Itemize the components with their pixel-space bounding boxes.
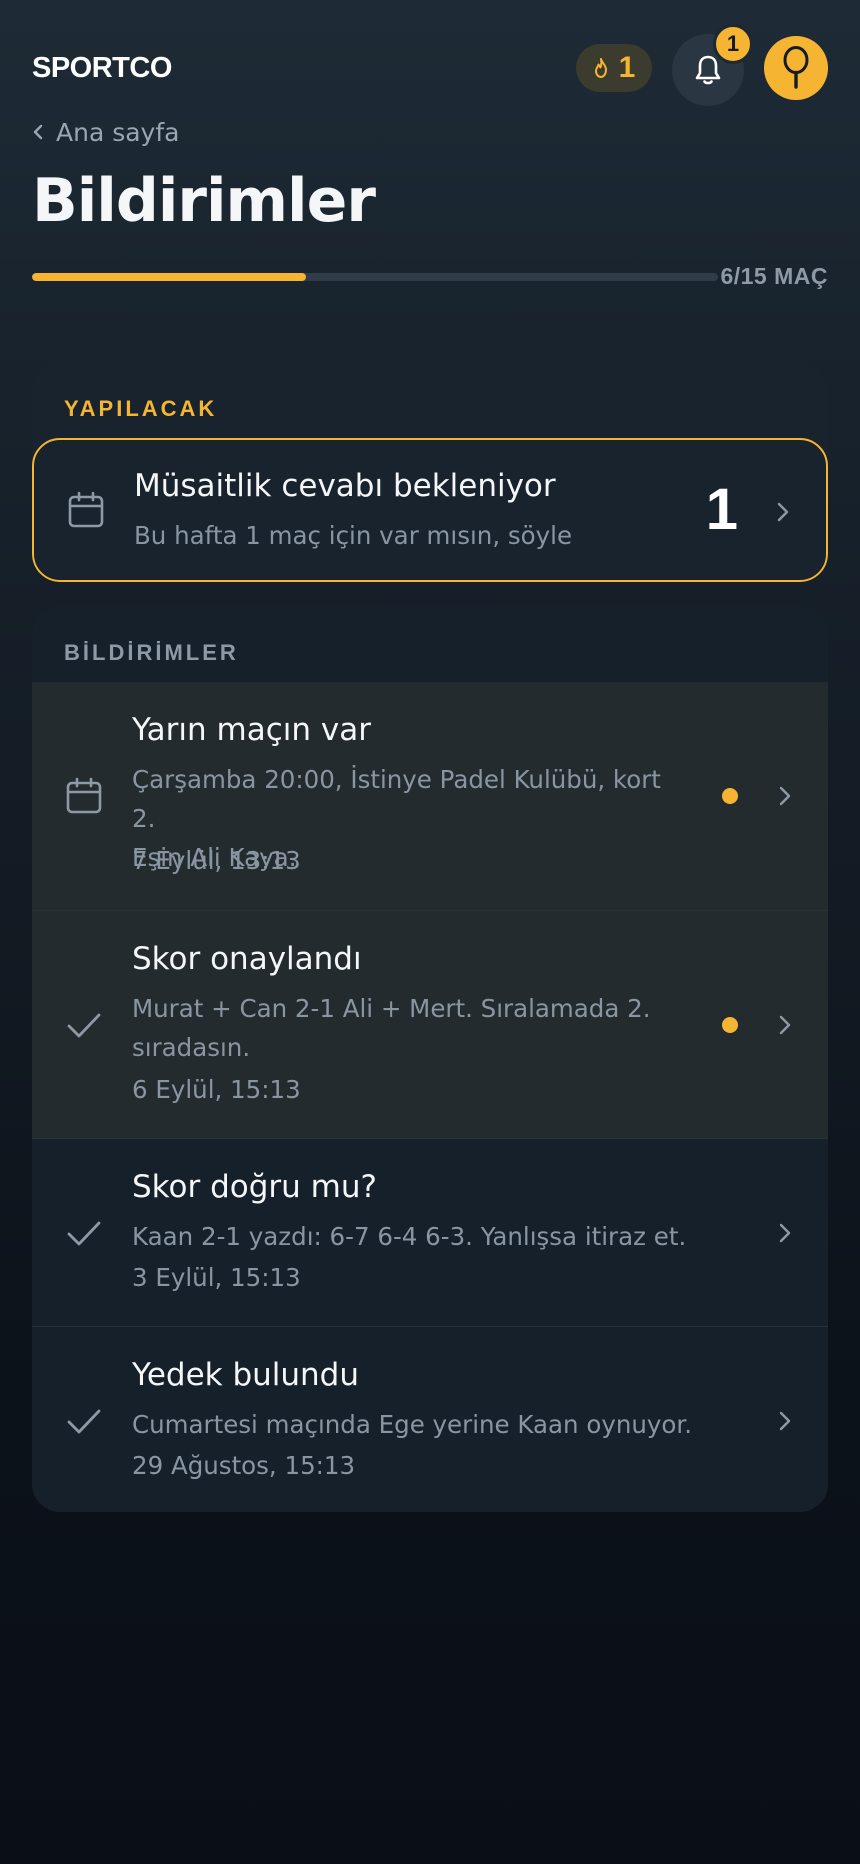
calendar-icon — [66, 490, 106, 530]
season-progress-fill — [32, 273, 307, 281]
chevron-left-icon — [33, 124, 43, 140]
notification-body-line: sıradasın. — [132, 1033, 251, 1062]
todo-section-label: YAPILACAK — [64, 396, 218, 421]
chevron-right-icon — [778, 1014, 792, 1036]
profile-avatar-button[interactable] — [764, 36, 828, 100]
notification-item[interactable]: Skor onaylandı Murat + Can 2-1 Ali + Mer… — [32, 910, 828, 1138]
availability-request-item[interactable]: Müsaitlik cevabı bekleniyor Bu hafta 1 m… — [32, 438, 828, 582]
streak-badge[interactable]: 1 — [576, 44, 652, 92]
todo-item-count: 1 — [705, 477, 738, 542]
notification-body-line: Kaan 2-1 yazdı: 6-7 6-4 6-3. Yanlışsa it… — [132, 1222, 687, 1251]
notification-title: Yedek bulundu — [132, 1357, 360, 1393]
back-link[interactable]: Ana sayfa — [32, 112, 179, 152]
unread-dot — [722, 1017, 738, 1033]
notification-list: Yarın maçın var Çarşamba 20:00, İstinye … — [32, 682, 828, 1512]
padel-racket-icon — [783, 46, 809, 89]
season-progress-bar — [32, 273, 718, 281]
notification-time: 7 Eylül, 13:13 — [132, 846, 301, 875]
notification-time: 29 Ağustos, 15:13 — [132, 1451, 356, 1480]
notification-count-badge: 1 — [713, 24, 753, 64]
notification-item[interactable]: Yedek bulundu Cumartesi maçında Ege yeri… — [32, 1326, 828, 1512]
notification-body: Cumartesi maçında Ege yerine Kaan oynuyo… — [132, 1405, 712, 1444]
notification-body-line: Murat + Can 2-1 Ali + Mert. Sıralamada 2… — [132, 994, 651, 1023]
notification-body: Murat + Can 2-1 Ali + Mert. Sıralamada 2… — [132, 989, 692, 1067]
chevron-right-icon — [776, 501, 790, 523]
notification-time: 3 Eylül, 15:13 — [132, 1263, 301, 1292]
flame-icon — [594, 58, 607, 78]
chevron-right-icon — [778, 1222, 792, 1244]
todo-item-title: Müsaitlik cevabı bekleniyor — [134, 468, 556, 504]
notification-title: Skor onaylandı — [132, 941, 362, 977]
notification-title: Yarın maçın var — [132, 712, 371, 748]
check-icon — [64, 1401, 104, 1441]
notification-title: Skor doğru mu? — [132, 1169, 377, 1205]
todo-card: YAPILACAK Müsaitlik cevabı bekleniyor Bu… — [32, 362, 828, 582]
notification-body-line: Çarşamba 20:00, İstinye Padel Kulübü, ko… — [132, 765, 661, 833]
notification-item[interactable]: Yarın maçın var Çarşamba 20:00, İstinye … — [32, 682, 828, 910]
page-title: Bildirimler — [32, 166, 376, 236]
notification-item[interactable]: Skor doğru mu? Kaan 2-1 yazdı: 6-7 6-4 6… — [32, 1138, 828, 1326]
notification-time: 6 Eylül, 15:13 — [132, 1075, 301, 1104]
notifications-section-label: BİLDİRİMLER — [64, 640, 239, 665]
calendar-icon — [64, 776, 104, 816]
app-logo: SPORTCO — [32, 52, 172, 84]
chevron-right-icon — [778, 1410, 792, 1432]
check-icon — [64, 1213, 104, 1253]
season-progress-label: 6/15 MAÇ — [720, 263, 828, 289]
back-link-label: Ana sayfa — [56, 117, 180, 147]
check-icon — [64, 1005, 104, 1045]
notifications-card: BİLDİRİMLER Yarın maçın var Çarşamba 20:… — [32, 606, 828, 1512]
notification-body: Kaan 2-1 yazdı: 6-7 6-4 6-3. Yanlışsa it… — [132, 1217, 712, 1256]
streak-count: 1 — [618, 51, 636, 84]
todo-item-subtitle: Bu hafta 1 maç için var mısın, söyle — [134, 521, 573, 550]
notification-body-line: Cumartesi maçında Ege yerine Kaan oynuyo… — [132, 1410, 693, 1439]
chevron-right-icon — [778, 785, 792, 807]
unread-dot — [722, 788, 738, 804]
